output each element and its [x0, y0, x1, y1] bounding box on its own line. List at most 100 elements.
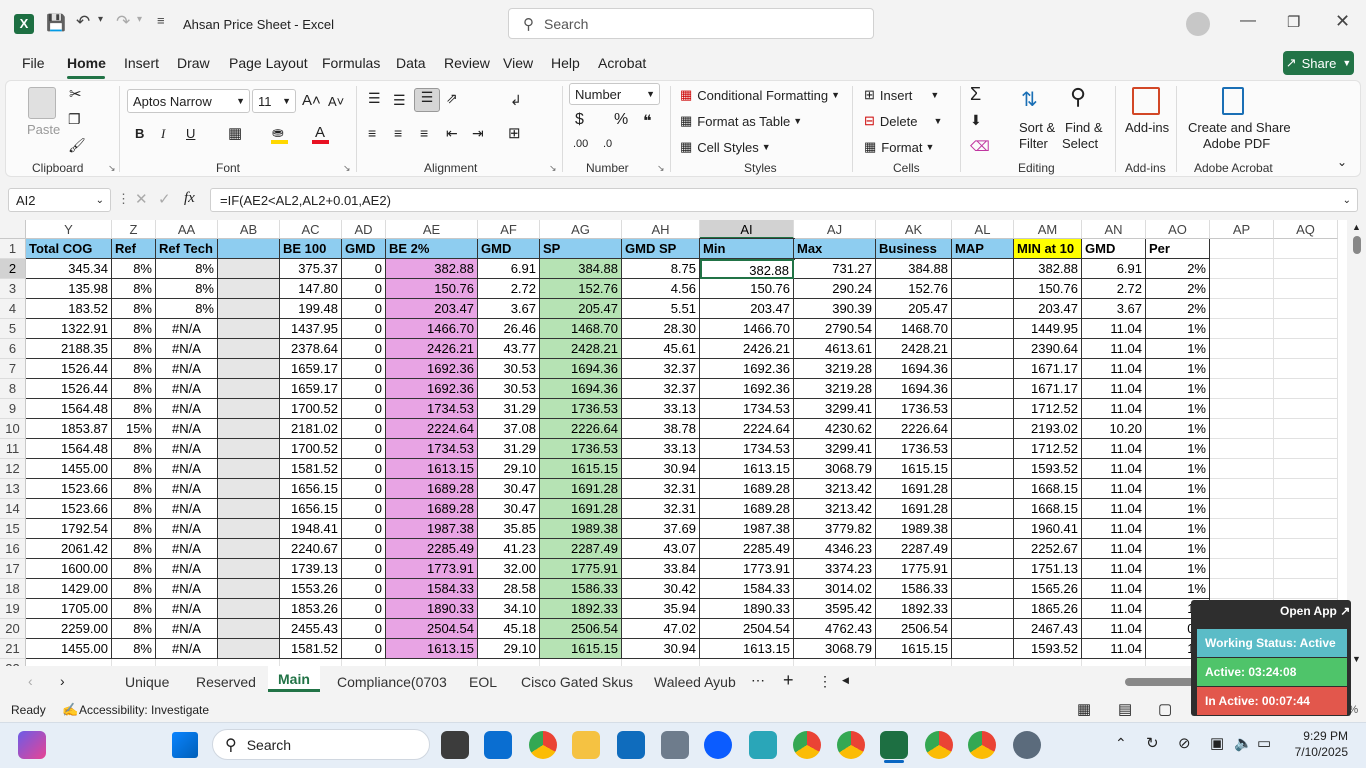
cell[interactable]: 152.76 — [540, 279, 622, 299]
borders-icon[interactable]: ▦ — [228, 124, 242, 142]
row-header[interactable]: 20 — [0, 619, 26, 639]
cell[interactable] — [700, 659, 794, 666]
cell[interactable]: 11.04 — [1082, 539, 1146, 559]
cell[interactable] — [218, 519, 280, 539]
cell[interactable]: 1689.28 — [386, 479, 478, 499]
cell[interactable]: 41.23 — [478, 539, 540, 559]
undo-icon[interactable]: ↶ — [76, 12, 90, 32]
cell[interactable]: #N/A — [156, 499, 218, 519]
cell[interactable] — [1274, 559, 1338, 579]
cell[interactable]: 2226.64 — [876, 419, 952, 439]
copilot-icon[interactable] — [18, 731, 46, 759]
cell[interactable] — [218, 439, 280, 459]
cell[interactable]: 3595.42 — [794, 599, 876, 619]
header-cell[interactable]: BE 2% — [386, 239, 478, 259]
cell[interactable]: 1989.38 — [540, 519, 622, 539]
cell[interactable]: 10.20 — [1082, 419, 1146, 439]
cell[interactable]: #N/A — [156, 599, 218, 619]
cell[interactable]: 0 — [342, 559, 386, 579]
cell[interactable] — [386, 659, 478, 666]
column-header-ai[interactable]: AI — [700, 220, 794, 239]
cell[interactable]: 1584.33 — [700, 579, 794, 599]
cell[interactable]: 3213.42 — [794, 499, 876, 519]
cell[interactable] — [952, 379, 1014, 399]
header-cell[interactable]: GMD — [1082, 239, 1146, 259]
column-header-aj[interactable]: AJ — [794, 220, 876, 239]
scroll-up-icon[interactable]: ▲ — [1352, 222, 1361, 232]
cell[interactable]: 2226.64 — [540, 419, 622, 439]
cell[interactable]: 8% — [112, 579, 156, 599]
cell[interactable] — [952, 599, 1014, 619]
cell[interactable]: 1691.28 — [540, 499, 622, 519]
cell[interactable]: 2504.54 — [386, 619, 478, 639]
cell[interactable]: 8% — [156, 279, 218, 299]
cell[interactable]: 3068.79 — [794, 639, 876, 659]
cell[interactable]: 1739.13 — [280, 559, 342, 579]
column-header-ao[interactable]: AO — [1146, 220, 1210, 239]
cell[interactable]: 1734.53 — [700, 439, 794, 459]
header-cell[interactable]: SP — [540, 239, 622, 259]
cell[interactable]: 1656.15 — [280, 499, 342, 519]
cell[interactable]: 6.91 — [478, 259, 540, 279]
cell[interactable] — [218, 259, 280, 279]
cell[interactable]: 32.00 — [478, 559, 540, 579]
cell[interactable]: 1656.15 — [280, 479, 342, 499]
cell[interactable]: 1692.36 — [700, 359, 794, 379]
dialog-launcher-icon[interactable]: ↘ — [108, 163, 116, 174]
cell[interactable]: 47.02 — [622, 619, 700, 639]
cell[interactable]: 1668.15 — [1014, 479, 1082, 499]
column-header-aa[interactable]: AA — [156, 220, 218, 239]
header-cell[interactable] — [1210, 239, 1274, 259]
paste-button[interactable]: Paste — [27, 122, 60, 137]
cell[interactable]: 2287.49 — [540, 539, 622, 559]
clock-date[interactable]: 7/10/2025 — [1290, 745, 1348, 759]
clear-icon[interactable]: ⌫ — [970, 138, 990, 155]
column-header-ag[interactable]: AG — [540, 220, 622, 239]
row-header[interactable]: 16 — [0, 539, 26, 559]
cell[interactable] — [1210, 259, 1274, 279]
cell[interactable]: 8% — [112, 519, 156, 539]
cell[interactable] — [1274, 439, 1338, 459]
cell[interactable] — [218, 299, 280, 319]
column-header-am[interactable]: AM — [1014, 220, 1082, 239]
cell[interactable] — [1274, 459, 1338, 479]
tab-view[interactable]: View — [503, 55, 533, 71]
cell[interactable]: 2181.02 — [280, 419, 342, 439]
cell[interactable]: 1% — [1146, 579, 1210, 599]
cell[interactable] — [218, 499, 280, 519]
cell[interactable]: 8% — [112, 339, 156, 359]
find-select-icon[interactable]: ⚲ — [1070, 84, 1086, 110]
cell[interactable]: 1% — [1146, 419, 1210, 439]
cell[interactable]: 30.94 — [622, 639, 700, 659]
cell[interactable]: 1581.52 — [280, 459, 342, 479]
cell[interactable]: 1736.53 — [876, 439, 952, 459]
cell[interactable]: 1584.33 — [386, 579, 478, 599]
cell[interactable]: 8% — [112, 279, 156, 299]
cell[interactable]: 2455.43 — [280, 619, 342, 639]
row-header[interactable]: 8 — [0, 379, 26, 399]
cell[interactable]: 30.53 — [478, 359, 540, 379]
create-pdf-icon[interactable] — [1222, 87, 1244, 115]
page-layout-view-icon[interactable]: ▤ — [1118, 700, 1132, 718]
cell[interactable] — [1274, 519, 1338, 539]
cell[interactable]: 8% — [112, 559, 156, 579]
cell[interactable] — [218, 599, 280, 619]
cell[interactable]: 205.47 — [876, 299, 952, 319]
tab-acrobat[interactable]: Acrobat — [598, 55, 646, 71]
column-header-y[interactable]: Y — [26, 220, 112, 239]
cell[interactable]: 4762.43 — [794, 619, 876, 639]
select-all-corner[interactable] — [0, 220, 26, 239]
cell[interactable]: 1615.15 — [876, 639, 952, 659]
cell[interactable]: 2% — [1146, 299, 1210, 319]
cell[interactable]: 1736.53 — [540, 399, 622, 419]
cell[interactable]: 1890.33 — [700, 599, 794, 619]
cell[interactable]: 2287.49 — [876, 539, 952, 559]
cell[interactable] — [952, 639, 1014, 659]
header-cell[interactable]: GMD — [478, 239, 540, 259]
cell[interactable]: #N/A — [156, 359, 218, 379]
cell[interactable] — [218, 639, 280, 659]
cell[interactable]: 1523.66 — [26, 499, 112, 519]
cell[interactable]: 1689.28 — [700, 499, 794, 519]
cell[interactable] — [876, 659, 952, 666]
more-sheets-icon[interactable]: ⋯ — [751, 672, 765, 689]
